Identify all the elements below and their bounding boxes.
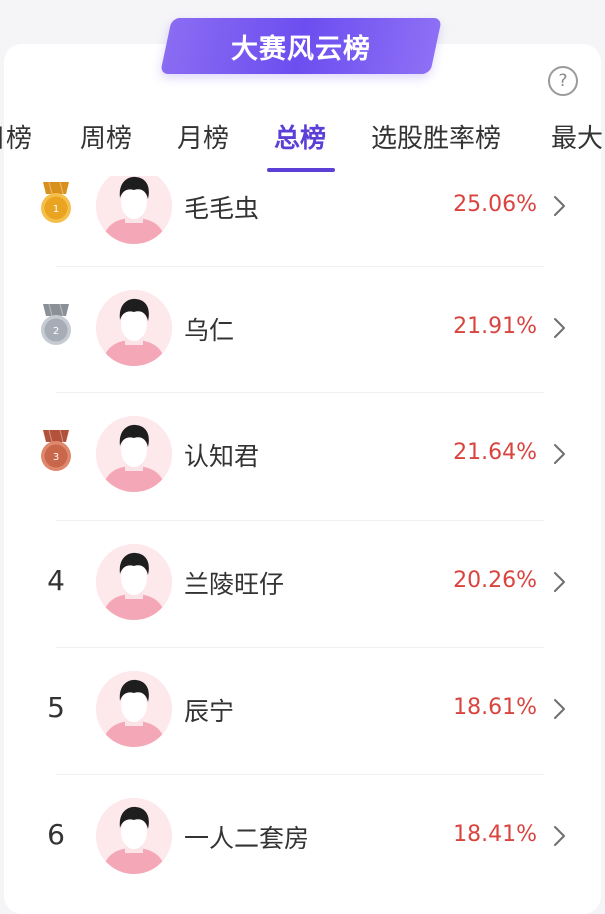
row-divider xyxy=(56,647,544,648)
tab-weekly[interactable]: 周榜 xyxy=(80,118,132,155)
leaderboard-row[interactable]: 2 乌仁 21.91% xyxy=(0,272,605,399)
avatar[interactable] xyxy=(96,176,172,244)
tab-monthly[interactable]: 月榜 xyxy=(177,118,229,155)
banner-title: 大赛风云榜 xyxy=(231,33,371,65)
rank-number: 5 xyxy=(47,691,65,724)
user-name: 毛毛虫 xyxy=(184,194,260,223)
rank-number: 6 xyxy=(47,818,65,851)
leaderboard-row[interactable]: 5 辰宁 18.61% xyxy=(0,653,605,780)
user-name: 一人二套房 xyxy=(184,824,310,853)
leaderboard-row[interactable]: 1 毛毛虫 25.06% xyxy=(0,176,605,277)
chevron-right-icon[interactable] xyxy=(552,194,568,218)
return-rate: 20.26% xyxy=(453,568,537,593)
help-icon[interactable]: ? xyxy=(548,66,578,96)
banner: 大赛风云榜 xyxy=(160,18,442,74)
tab-max[interactable]: 最大 xyxy=(551,118,603,155)
avatar[interactable] xyxy=(96,798,172,874)
user-name: 兰陵旺仔 xyxy=(184,570,285,599)
medal-rank-number: 1 xyxy=(53,204,59,215)
tab-stock-win-rate[interactable]: 选股胜率榜 xyxy=(371,118,501,155)
avatar[interactable] xyxy=(96,416,172,492)
return-rate: 25.06% xyxy=(453,192,537,217)
row-divider xyxy=(56,266,544,267)
gold-medal-icon: 1 xyxy=(38,180,74,226)
silver-medal-icon: 2 xyxy=(38,302,74,348)
user-name: 乌仁 xyxy=(184,316,235,345)
chevron-right-icon[interactable] xyxy=(552,824,568,848)
medal-rank-number: 2 xyxy=(53,326,59,337)
medal-rank-number: 3 xyxy=(53,452,59,463)
leaderboard-row[interactable]: 3 认知君 21.64% xyxy=(0,398,605,525)
user-name: 辰宁 xyxy=(184,697,235,726)
row-divider xyxy=(56,520,544,521)
row-divider xyxy=(56,774,544,775)
avatar[interactable] xyxy=(96,671,172,747)
chevron-right-icon[interactable] xyxy=(552,697,568,721)
tab-overall[interactable]: 总榜 xyxy=(274,118,326,155)
chevron-right-icon[interactable] xyxy=(552,316,568,340)
return-rate: 18.61% xyxy=(453,695,537,720)
return-rate: 18.41% xyxy=(453,822,537,847)
row-divider xyxy=(56,392,544,393)
return-rate: 21.91% xyxy=(453,314,537,339)
active-tab-indicator xyxy=(267,168,335,172)
bronze-medal-icon: 3 xyxy=(38,428,74,474)
avatar[interactable] xyxy=(96,544,172,620)
avatar[interactable] xyxy=(96,290,172,366)
user-name: 认知君 xyxy=(184,442,260,471)
chevron-right-icon[interactable] xyxy=(552,570,568,594)
leaderboard-row[interactable]: 6 一人二套房 18.41% xyxy=(0,780,605,900)
rank-number: 4 xyxy=(47,564,65,597)
leaderboard-row[interactable]: 4 兰陵旺仔 20.26% xyxy=(0,526,605,653)
chevron-right-icon[interactable] xyxy=(552,442,568,466)
return-rate: 21.64% xyxy=(453,440,537,465)
tab-bar: 日榜 周榜 月榜 总榜 选股胜率榜 最大 xyxy=(0,110,605,176)
leaderboard-list: 1 毛毛虫 25.06% 2 乌仁 21.91% 3 认知君 21.64% 4 兰陵旺仔 20.26%… xyxy=(0,176,605,900)
tab-daily[interactable]: 日榜 xyxy=(0,118,32,155)
